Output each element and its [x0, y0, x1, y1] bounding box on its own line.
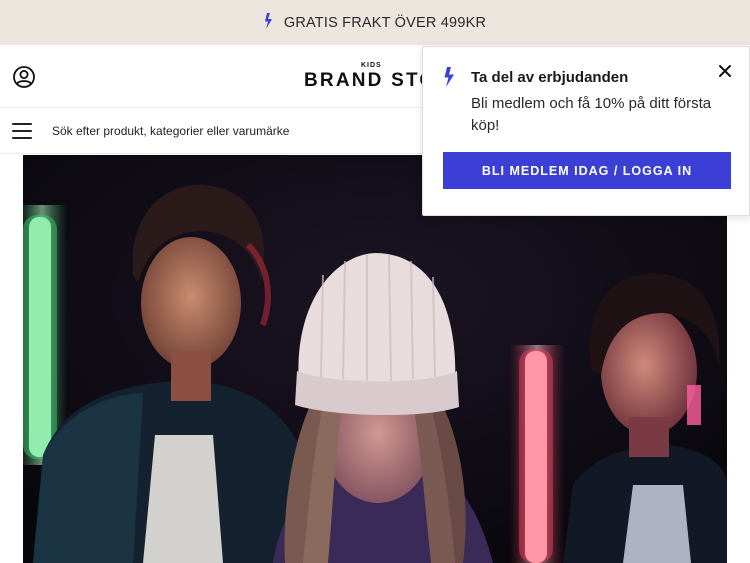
promo-bar: GRATIS FRAKT ÖVER 499KR	[0, 0, 750, 45]
lightning-bolt-icon	[264, 12, 274, 33]
hero-photo-illustration	[23, 155, 727, 563]
logo-kids-text: KIDS	[361, 62, 382, 69]
search-input[interactable]	[44, 116, 414, 146]
popup-title: Ta del av erbjudanden	[471, 69, 629, 86]
brand-logo[interactable]: KIDS BRAND STO	[304, 59, 434, 95]
hamburger-menu-icon[interactable]	[12, 123, 32, 139]
close-icon[interactable]	[717, 63, 733, 79]
membership-popup: Ta del av erbjudanden Bli medlem och få …	[422, 46, 750, 216]
join-member-button[interactable]: BLI MEDLEM IDAG / LOGGA IN	[443, 152, 731, 189]
lightning-bolt-icon	[443, 67, 457, 92]
popup-description: Bli medlem och få 10% på ditt första köp…	[471, 95, 712, 134]
user-circle-icon[interactable]	[12, 65, 36, 89]
logo-main-text: BRAND STO	[304, 70, 437, 91]
hero-image[interactable]	[23, 155, 727, 563]
promo-text: GRATIS FRAKT ÖVER 499KR	[283, 14, 487, 31]
